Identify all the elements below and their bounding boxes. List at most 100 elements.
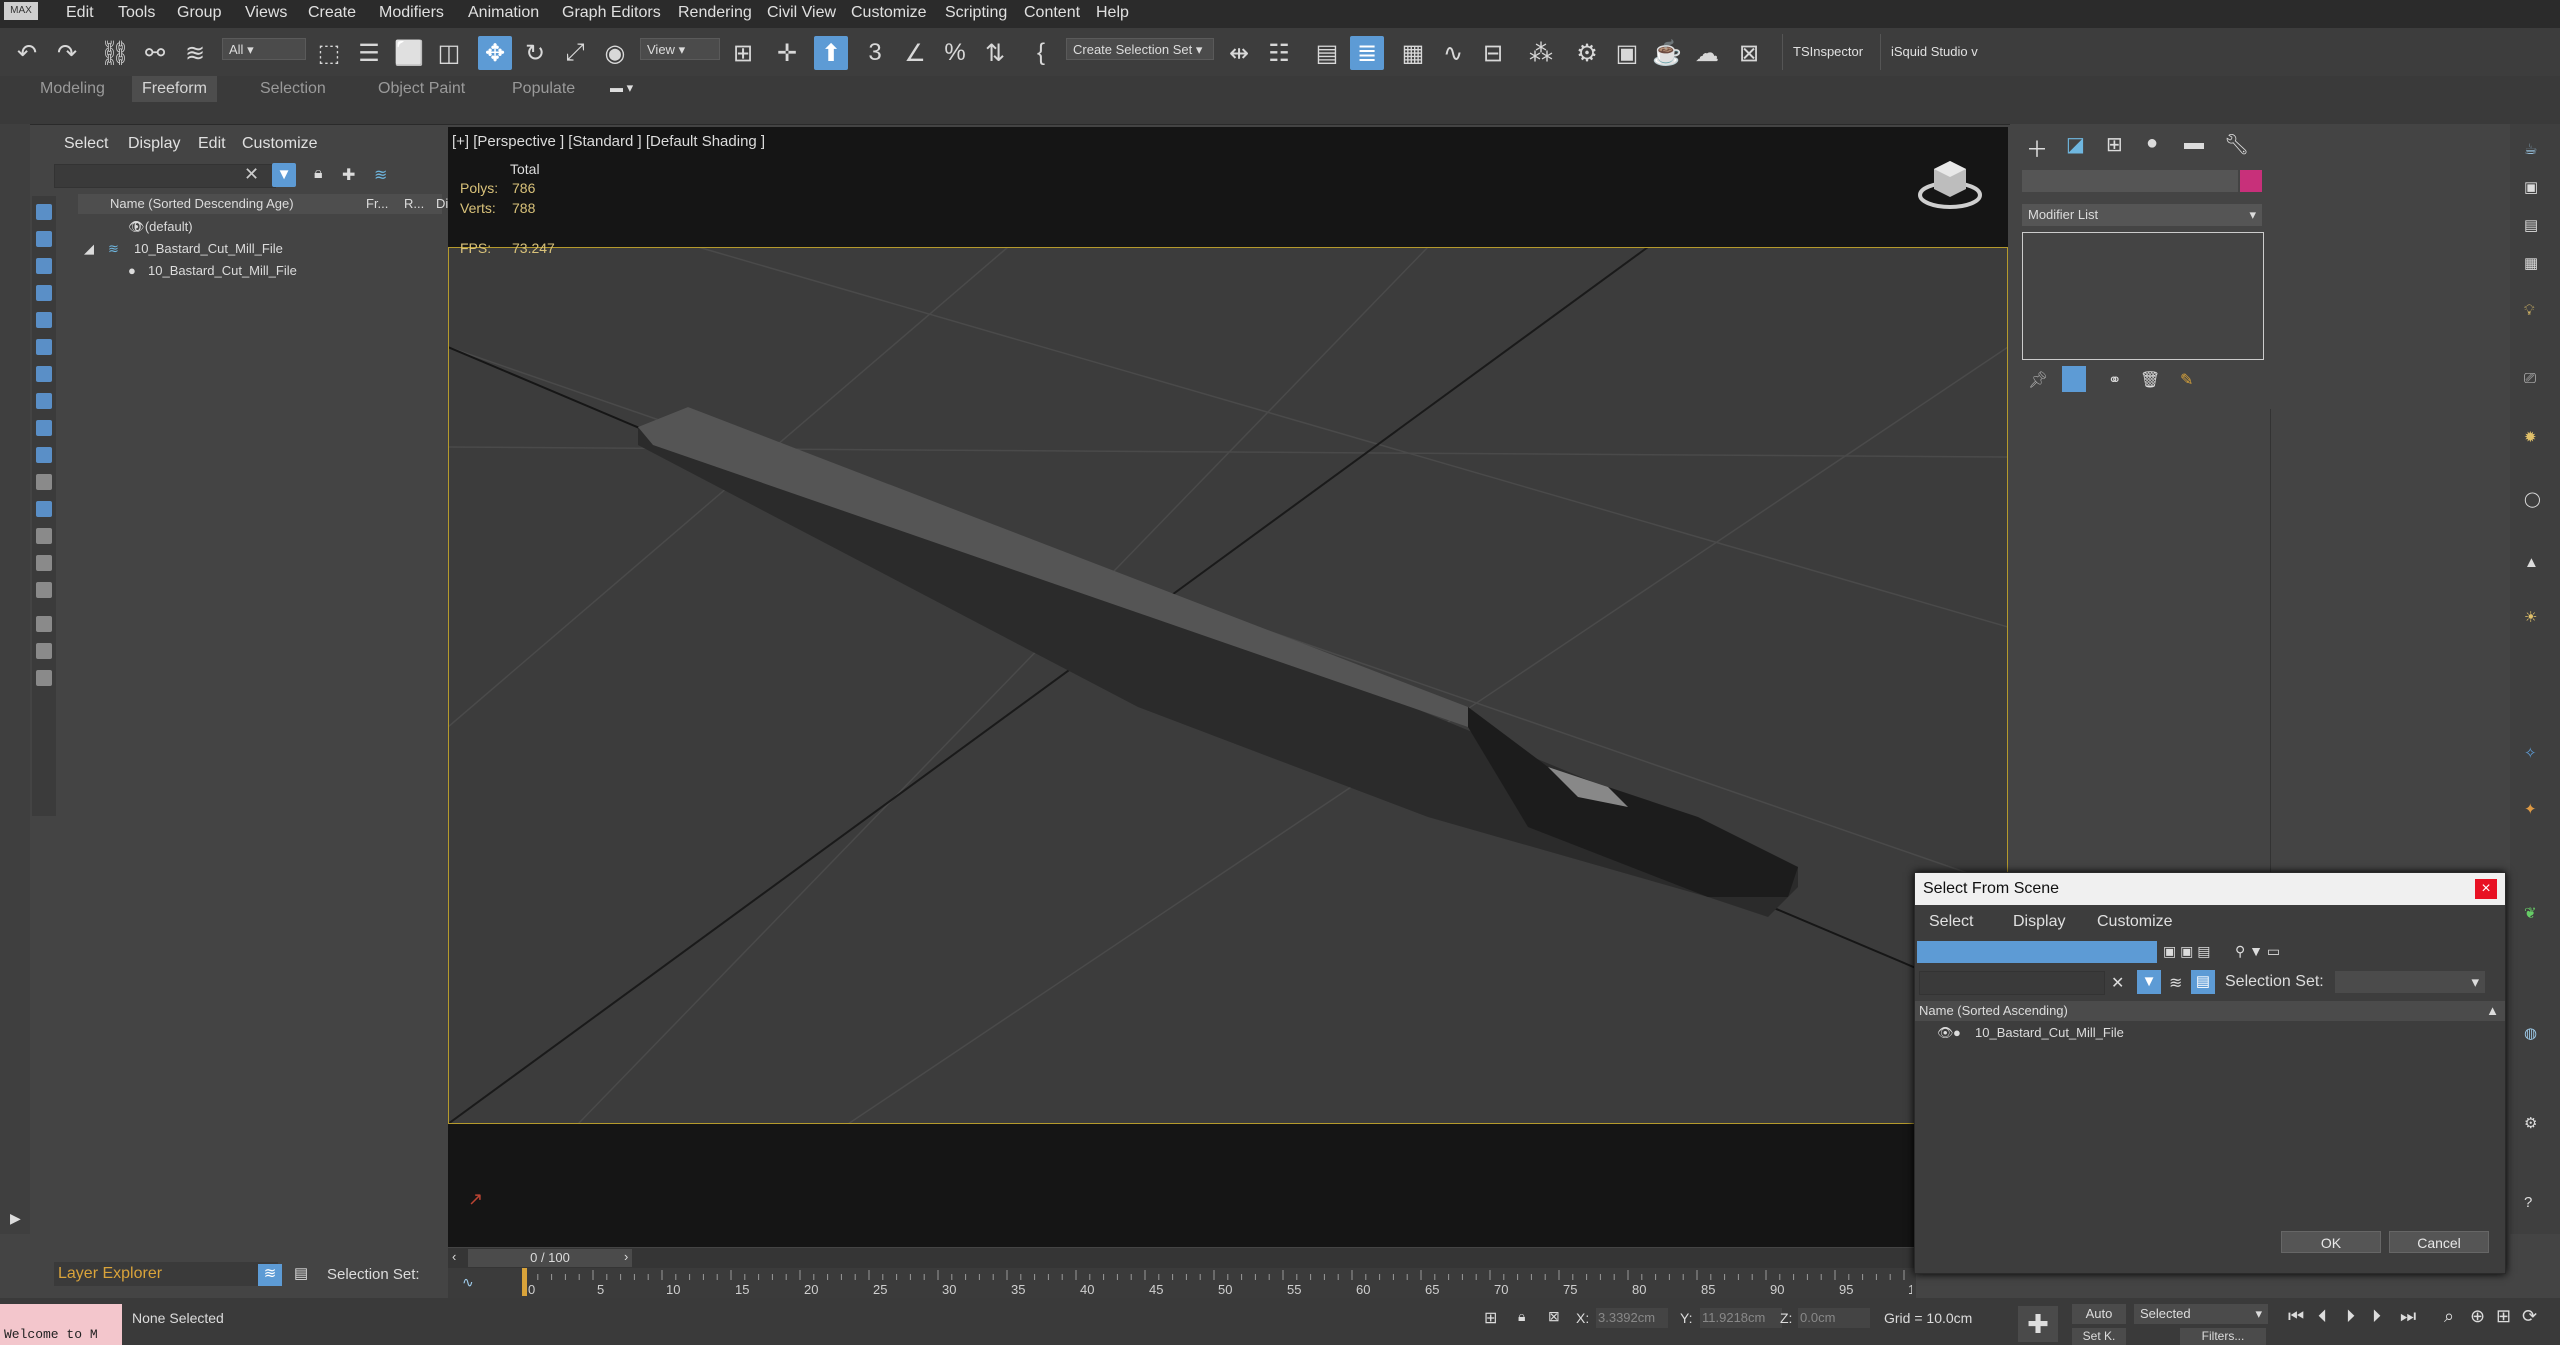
cancel-button[interactable]: Cancel	[2389, 1231, 2489, 1253]
ok-button[interactable]: OK	[2281, 1231, 2381, 1253]
time-slider-thumb[interactable]: 0 / 100	[468, 1249, 632, 1267]
add-layer-icon[interactable]: ✚	[342, 165, 355, 185]
y-coord-field[interactable]: 11.9218cm	[1700, 1308, 1782, 1328]
physics-icon[interactable]: ✧	[2524, 744, 2537, 762]
hidden-filter-icon[interactable]	[36, 501, 52, 517]
light-filter-icon[interactable]	[36, 258, 52, 274]
frozen-filter-icon[interactable]	[36, 474, 52, 490]
menu-graph-editors[interactable]: Graph Editors	[562, 4, 661, 22]
dialog-search-input[interactable]	[1919, 971, 2105, 995]
menu-group[interactable]: Group	[177, 4, 221, 22]
dialog-selection-set-select[interactable]: ▾	[2335, 971, 2485, 993]
viewcube-icon[interactable]	[1918, 155, 1982, 211]
select-manipulate-icon[interactable]: ✛	[770, 36, 804, 70]
isolate-selection-icon[interactable]: ⊞	[1484, 1308, 1497, 1328]
rendered-frame-window-icon[interactable]: ▣	[1610, 36, 1644, 70]
viewport-scene[interactable]	[448, 127, 2008, 1247]
shape-filter-icon[interactable]	[36, 231, 52, 247]
column-render[interactable]: R...	[404, 194, 424, 214]
explorer-menu-edit[interactable]: Edit	[198, 135, 226, 153]
explorer-options-icon[interactable]: ▤	[294, 1264, 308, 1282]
invert-display-icon[interactable]	[36, 582, 52, 598]
container-filter-icon[interactable]	[36, 447, 52, 463]
expand-triangle-icon[interactable]: ◢	[84, 239, 94, 259]
grid-icon[interactable]: ▦	[2524, 254, 2538, 272]
timeline-ruler[interactable]: 0 5 10 15 20 25 30 35 40 45 50 55 60 65 70 75 80 85 90 95 10…	[512, 1268, 1912, 1298]
column-frozen[interactable]: Fr...	[366, 194, 388, 214]
modify-tab-icon[interactable]: ◪	[2066, 132, 2085, 157]
zoom-icon[interactable]: ⌕	[2444, 1306, 2454, 1327]
render-production-icon[interactable]: ☕	[1650, 36, 1684, 70]
dialog-menu-select[interactable]: Select	[1929, 913, 1973, 931]
dialog-filter-icon[interactable]: ▼	[2137, 970, 2161, 994]
unlink-icon[interactable]: ⚯	[138, 36, 172, 70]
spinner-snap-icon[interactable]: ⇅	[978, 36, 1012, 70]
object-name-field[interactable]	[2022, 170, 2238, 192]
table-row[interactable]: 👁︎ 0 (default)	[78, 217, 470, 237]
daylight-icon[interactable]: ☀	[2524, 608, 2537, 626]
close-icon[interactable]: ×	[2475, 879, 2497, 899]
zoom-all-icon[interactable]: ⊕	[2470, 1306, 2485, 1327]
angle-snap-icon[interactable]: ∠	[898, 36, 932, 70]
find-icon[interactable]	[36, 616, 52, 632]
align-icon[interactable]: ☷	[1262, 36, 1296, 70]
selection-lock-icon[interactable]: 🔒︎	[1518, 1308, 1525, 1325]
configure-modifier-sets-icon[interactable]: ✎	[2180, 370, 2193, 390]
previous-frame-icon[interactable]: ⏴	[2318, 1306, 2327, 1327]
box-icon[interactable]: ▣	[2524, 178, 2538, 196]
xref-filter-icon[interactable]	[36, 393, 52, 409]
column-name[interactable]: Name (Sorted Descending Age)	[110, 194, 294, 214]
list-item[interactable]: 👁︎ ● 10_Bastard_Cut_Mill_File	[1915, 1023, 2505, 1043]
time-slider-track[interactable]: ‹ 0 / 100 ›	[448, 1248, 1916, 1268]
helper-filter-icon[interactable]	[36, 312, 52, 328]
display-all-icon[interactable]: ▣ ▣ ▤	[2163, 943, 2210, 960]
toggle-layer-explorer-icon[interactable]: ≣	[1350, 36, 1384, 70]
tsinspector-button[interactable]: TSInspector	[1782, 34, 1874, 70]
menu-views[interactable]: Views	[245, 4, 287, 22]
geometry-filter-icon[interactable]	[36, 204, 52, 220]
display-tab-icon[interactable]: ▬	[2184, 132, 2204, 155]
bone-filter-icon[interactable]	[36, 420, 52, 436]
go-to-start-icon[interactable]: ⏮	[2288, 1306, 2304, 1327]
edit-named-selection-icon[interactable]: {	[1024, 36, 1058, 70]
menu-rendering[interactable]: Rendering	[678, 4, 752, 22]
make-unique-icon[interactable]: ⚭	[2108, 370, 2121, 390]
dialog-options-icon[interactable]: ▤	[2191, 970, 2215, 994]
hierarchy-tab-icon[interactable]: ⊞	[2106, 132, 2123, 157]
filter-icon[interactable]: ▼	[272, 163, 296, 187]
bind-space-warp-icon[interactable]: ≋	[178, 36, 212, 70]
menu-modifiers[interactable]: Modifiers	[379, 4, 444, 22]
tab-freeform[interactable]: Freeform	[132, 76, 217, 102]
curve-editor-icon[interactable]: ∿	[1436, 36, 1470, 70]
sun-icon[interactable]: ✹	[2524, 428, 2537, 446]
dialog-menu-display[interactable]: Display	[2013, 913, 2065, 931]
select-object-icon[interactable]: ⬚	[312, 36, 346, 70]
z-coord-field[interactable]: 0.0cm	[1798, 1308, 1870, 1328]
next-frame-icon[interactable]: ⏵	[2372, 1306, 2381, 1327]
slider-next-icon[interactable]: ›	[624, 1249, 628, 1264]
keyboard-shortcut-override-icon[interactable]: ⬆	[814, 36, 848, 70]
sphere-icon[interactable]: ◯	[2524, 490, 2541, 508]
link-icon[interactable]: ⛓	[98, 36, 132, 70]
object-color-swatch[interactable]	[2240, 170, 2262, 192]
viewport-label[interactable]: [+] [Perspective ] [Standard ] [Default …	[452, 133, 765, 150]
menu-tools[interactable]: Tools	[118, 4, 155, 22]
set-key-button[interactable]: Set K.	[2072, 1328, 2126, 1345]
scale-icon[interactable]: ⤢	[558, 36, 592, 70]
auto-key-button[interactable]: Auto	[2072, 1304, 2126, 1324]
camera-icon[interactable]: ⎚	[2524, 370, 2536, 387]
menu-content[interactable]: Content	[1024, 4, 1080, 22]
maxscript-listener-mini[interactable]: Welcome to M	[0, 1304, 122, 1345]
create-tab-icon[interactable]: ＋	[2026, 132, 2048, 164]
menu-help[interactable]: Help	[1096, 4, 1129, 22]
explorer-search-input[interactable]	[54, 164, 276, 188]
layers-icon[interactable]: ≋	[374, 165, 387, 185]
table-row[interactable]: ● 10_Bastard_Cut_Mill_File	[78, 261, 470, 281]
explorer-menu-select[interactable]: Select	[64, 135, 108, 153]
group-filter-icon[interactable]	[36, 366, 52, 382]
settings-icon[interactable]: ⚙	[2524, 1114, 2537, 1132]
select-children-icon[interactable]	[36, 670, 52, 686]
table-row[interactable]: ◢ ≋ 10_Bastard_Cut_Mill_File	[78, 239, 470, 259]
undo-icon[interactable]: ↶	[10, 36, 44, 70]
tab-selection[interactable]: Selection	[250, 76, 336, 102]
